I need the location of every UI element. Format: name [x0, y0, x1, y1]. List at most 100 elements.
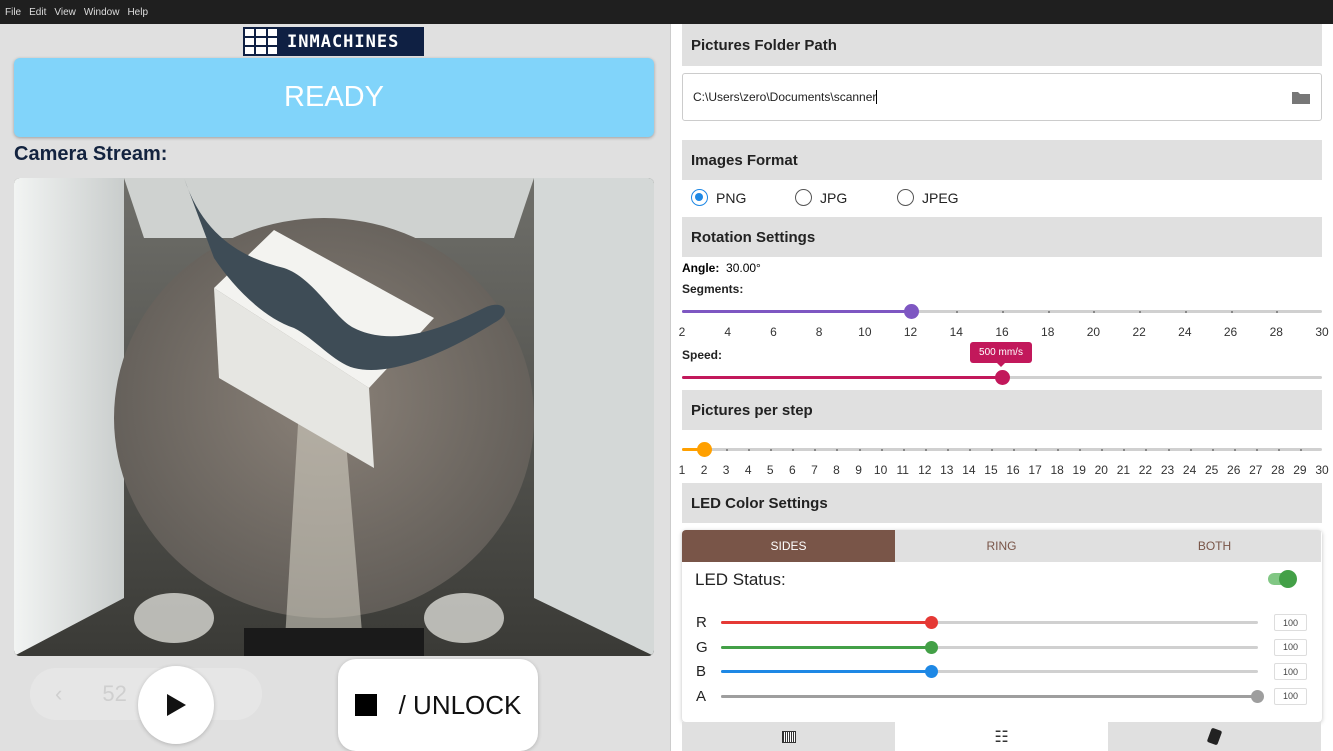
- folder-path-input[interactable]: C:\Users\zero\Documents\scanner: [682, 73, 1322, 121]
- logo: INMACHINES: [243, 27, 424, 56]
- tick-label: 30: [1315, 325, 1329, 339]
- slider-tick: [748, 449, 751, 451]
- slider-tick: [946, 449, 949, 451]
- tick-label: 2: [678, 325, 686, 339]
- folder-path-header: Pictures Folder Path: [682, 24, 1322, 66]
- bottom-tab-gradient[interactable]: [682, 722, 895, 751]
- camera-stream: [14, 178, 654, 656]
- radio-checked-icon: [691, 189, 708, 206]
- channel-slider-b[interactable]: [721, 665, 1258, 678]
- gradient-icon: [781, 730, 796, 743]
- slider-thumb[interactable]: [995, 370, 1010, 385]
- channel-value-input[interactable]: 100: [1274, 638, 1307, 656]
- stop-unlock-button[interactable]: / UNLOCK: [338, 659, 538, 751]
- radio-label: PNG: [716, 189, 747, 206]
- tick-label: 19: [1072, 463, 1086, 477]
- slider-thumb[interactable]: [697, 442, 713, 457]
- speed-tooltip: 500 mm/s: [970, 342, 1032, 367]
- slider-thumb[interactable]: [903, 304, 919, 319]
- channel-slider-g[interactable]: [721, 640, 1258, 654]
- folder-path-value: C:\Users\zero\Documents\scanner: [693, 90, 877, 104]
- tick-label: 24: [1182, 463, 1197, 477]
- tick-label: 8: [815, 325, 823, 339]
- speed-slider[interactable]: [682, 370, 1322, 385]
- tick-label: 26: [1223, 325, 1238, 339]
- slider-tick: [726, 449, 729, 451]
- menu-file[interactable]: File: [5, 7, 21, 18]
- stop-icon: [354, 694, 377, 716]
- channel-label: B: [696, 663, 707, 680]
- slider-tick: [1101, 449, 1104, 451]
- menu-edit[interactable]: Edit: [29, 7, 46, 18]
- folder-icon[interactable]: [1292, 90, 1310, 104]
- slider-tick: [792, 449, 795, 451]
- radio-jpeg[interactable]: JPEG: [897, 189, 959, 206]
- segments-slider[interactable]: [682, 304, 1322, 319]
- menu-window[interactable]: Window: [84, 7, 120, 18]
- slider-tick: [1167, 449, 1170, 451]
- cards-icon: [1206, 727, 1223, 746]
- tick-label: 11: [896, 463, 909, 477]
- channel-slider-r[interactable]: [721, 616, 1258, 629]
- angle-value: 30.00°: [726, 261, 761, 275]
- tick-label: 28: [1271, 463, 1285, 477]
- slider-tick: [880, 449, 883, 451]
- slider-tick: [1277, 449, 1280, 451]
- tab-both[interactable]: BOTH: [1108, 530, 1321, 562]
- bottom-tab-cards[interactable]: [1108, 722, 1321, 751]
- channel-value-input[interactable]: 100: [1274, 663, 1307, 680]
- channel-label: R: [696, 614, 707, 631]
- slider-tick: [968, 449, 971, 451]
- slider-tick: [1299, 449, 1302, 451]
- slider-tick: [1013, 449, 1016, 451]
- play-button[interactable]: [138, 666, 214, 744]
- status-banner: READY: [14, 58, 654, 137]
- slider-tick: [1002, 311, 1004, 313]
- tick-label: 12: [918, 463, 932, 477]
- menu-help[interactable]: Help: [127, 7, 148, 18]
- slider-fill: [721, 670, 932, 673]
- slider-thumb[interactable]: [924, 665, 938, 678]
- channel-value-input[interactable]: 100: [1274, 687, 1307, 705]
- tick-label: 6: [770, 325, 777, 339]
- slider-tick: [1233, 449, 1236, 451]
- channel-label: A: [696, 687, 707, 705]
- slider-tick: [924, 449, 927, 451]
- tick-label: 24: [1178, 325, 1192, 339]
- pictures-per-step-slider[interactable]: [682, 442, 1322, 457]
- tick-label: 15: [984, 463, 998, 477]
- slider-tick: [1093, 311, 1096, 313]
- tick-label: 18: [1050, 463, 1064, 477]
- menubar: File Edit View Window Help: [0, 0, 1333, 24]
- slider-tick: [858, 449, 861, 451]
- tick-label: 21: [1116, 463, 1131, 477]
- channel-slider-a[interactable]: [721, 689, 1264, 703]
- tick-label: 7: [811, 463, 818, 477]
- tick-label: 27: [1249, 463, 1263, 477]
- led-color-header: LED Color Settings: [682, 483, 1322, 523]
- slider-thumb[interactable]: [924, 616, 938, 629]
- radio-jpg[interactable]: JPG: [795, 189, 847, 206]
- tick-label: 25: [1204, 463, 1219, 477]
- bottom-tab-sliders[interactable]: ☷: [895, 722, 1108, 751]
- slider-thumb[interactable]: [924, 640, 938, 654]
- slider-tick: [1255, 449, 1258, 451]
- slider-thumb[interactable]: [1251, 689, 1264, 703]
- tick-label: 26: [1227, 463, 1241, 477]
- tick-label: 3: [722, 463, 730, 477]
- led-card: SIDES RING BOTH LED Status: R 100 G 100 B 100…: [682, 530, 1322, 722]
- led-status-toggle[interactable]: [1268, 570, 1297, 588]
- tab-ring[interactable]: RING: [895, 530, 1108, 562]
- tick-label: 2: [700, 463, 708, 477]
- slider-tick: [1184, 311, 1187, 313]
- tab-sides[interactable]: SIDES: [682, 530, 895, 562]
- tick-label: 22: [1138, 463, 1153, 477]
- tick-label: 20: [1094, 463, 1108, 477]
- prev-page-button[interactable]: ‹: [55, 681, 62, 707]
- speed-label: Speed:: [682, 348, 723, 362]
- radio-png[interactable]: PNG: [691, 189, 746, 206]
- tick-label: 18: [1041, 325, 1055, 339]
- menu-view[interactable]: View: [54, 7, 76, 18]
- slider-tick: [990, 449, 993, 451]
- channel-value-input[interactable]: 100: [1274, 614, 1307, 631]
